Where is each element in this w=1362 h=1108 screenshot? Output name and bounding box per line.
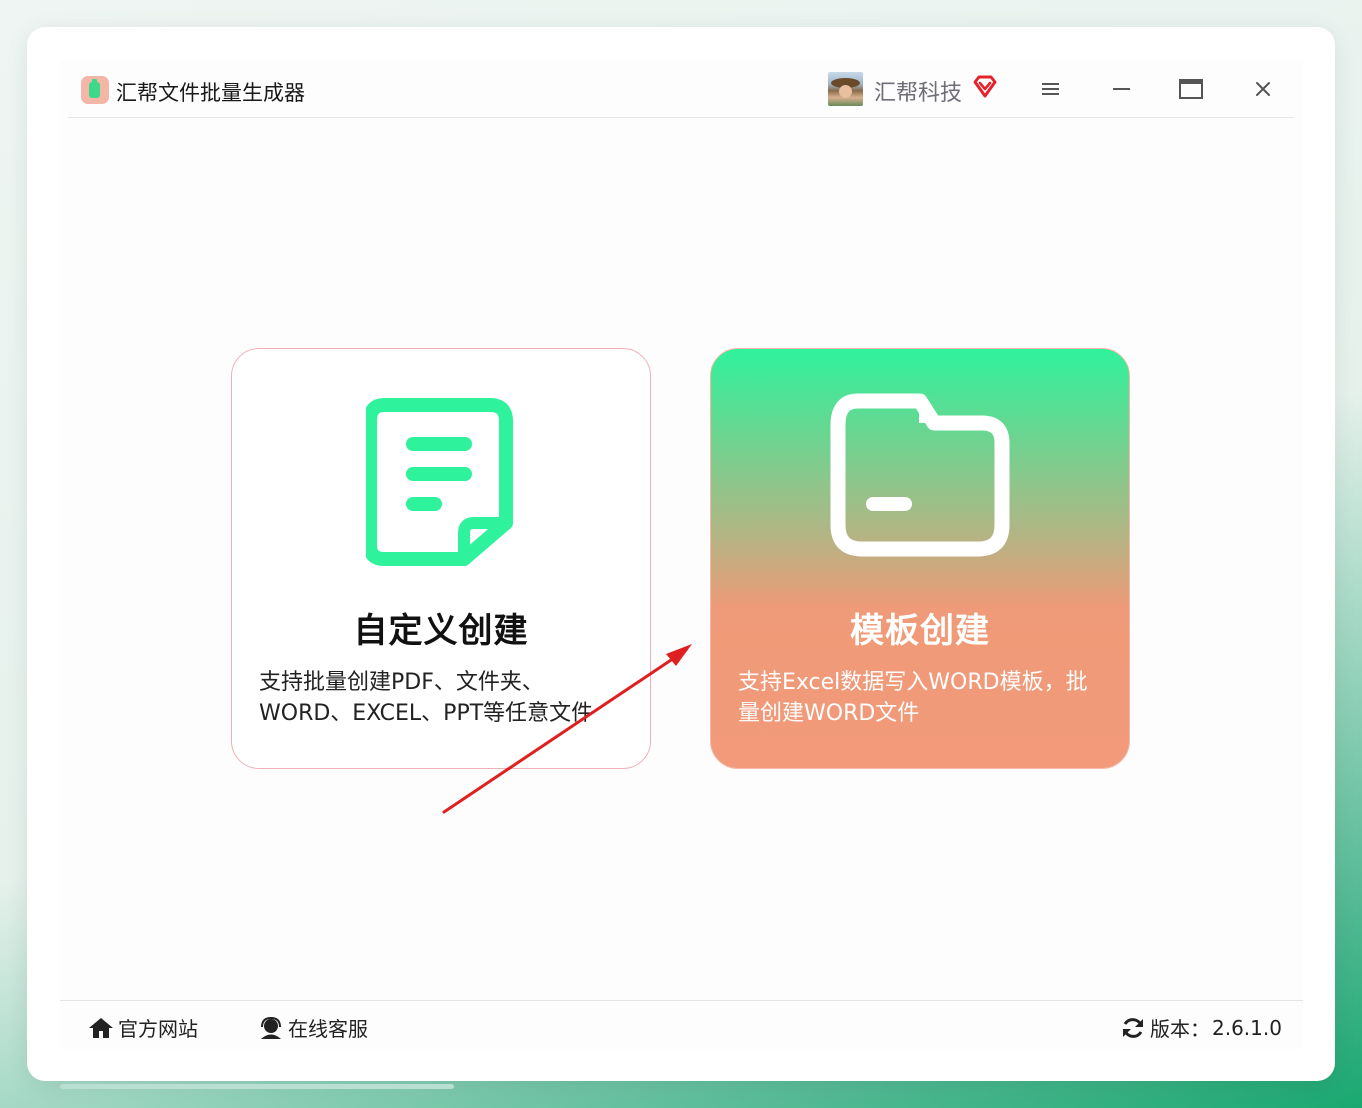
online-service-label: 在线客服	[288, 1017, 368, 1041]
app-title: 汇帮文件批量生成器	[116, 81, 305, 105]
vip-diamond-icon[interactable]	[972, 75, 998, 99]
maximize-icon[interactable]	[1176, 74, 1206, 104]
red-arrow-annotation	[442, 644, 692, 814]
version-value: 2.6.1.0	[1212, 1015, 1282, 1040]
company-name[interactable]: 汇帮科技	[874, 75, 962, 107]
template-create-card[interactable]: 模板创建 支持Excel数据写入WORD模板，批 量创建WORD文件	[710, 348, 1130, 769]
home-icon	[89, 1017, 113, 1038]
version-info[interactable]: 版本： 2.6.1.0	[1120, 1013, 1282, 1042]
footer-bar: 官方网站 在线客服 版本： 2.6.1.0	[60, 1000, 1303, 1051]
folder-icon	[830, 393, 1010, 557]
template-create-title: 模板创建	[850, 611, 990, 651]
online-service-link[interactable]: 在线客服	[258, 1013, 368, 1042]
user-avatar[interactable]	[828, 72, 863, 106]
template-create-desc: 支持Excel数据写入WORD模板，批 量创建WORD文件	[738, 670, 1088, 726]
version-label: 版本：	[1150, 1017, 1210, 1041]
app-logo-icon	[81, 76, 109, 104]
close-icon[interactable]	[1248, 74, 1278, 104]
refresh-icon	[1123, 1017, 1143, 1038]
document-icon	[366, 398, 513, 566]
minimize-icon[interactable]	[1106, 74, 1136, 104]
menu-icon[interactable]	[1035, 74, 1065, 104]
title-bar: 汇帮文件批量生成器 汇帮科技	[68, 60, 1294, 118]
customer-service-icon	[261, 1016, 281, 1039]
background-scroll-bar	[60, 1084, 454, 1089]
official-website-link[interactable]: 官方网站	[88, 1013, 198, 1042]
official-website-label: 官方网站	[118, 1017, 198, 1041]
app-window	[27, 27, 1335, 1081]
